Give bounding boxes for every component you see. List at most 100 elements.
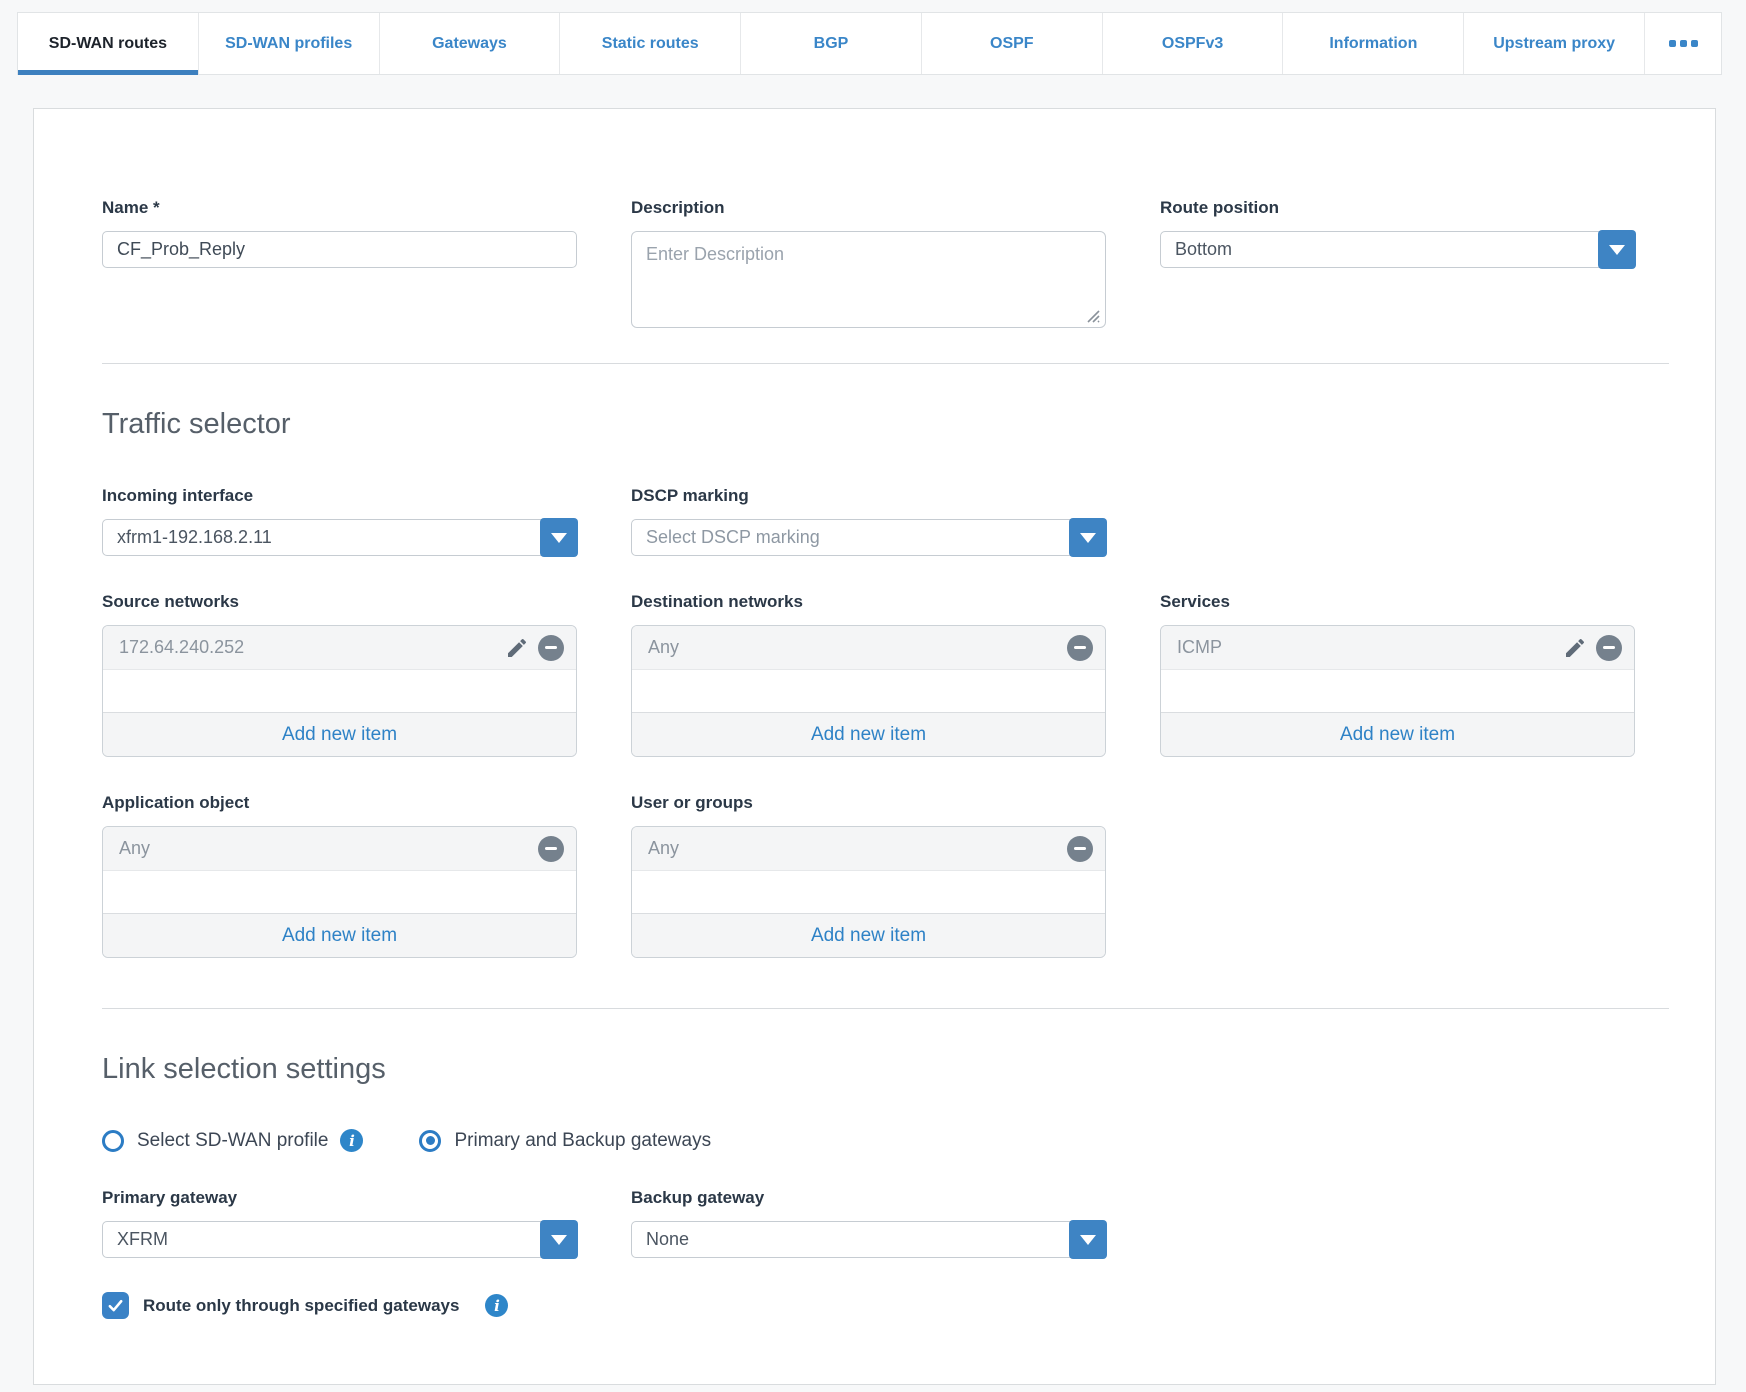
chevron-down-icon bbox=[551, 532, 567, 543]
incoming-interface-dropdown-button[interactable] bbox=[540, 518, 578, 557]
backup-gateway-dropdown-button[interactable] bbox=[1069, 1220, 1107, 1259]
source-networks-add-button[interactable]: Add new item bbox=[103, 712, 576, 756]
remove-icon[interactable] bbox=[538, 634, 564, 661]
radio-primary-backup-gateways[interactable]: Primary and Backup gateways bbox=[419, 1129, 712, 1152]
backup-gateway-label: Backup gateway bbox=[631, 1188, 765, 1207]
list-item: Any bbox=[632, 626, 1105, 670]
radio-label: Select SD-WAN profile bbox=[137, 1129, 329, 1151]
row-app-users: Application object Any Add new item User… bbox=[102, 793, 1669, 958]
more-tabs-icon bbox=[1668, 40, 1676, 47]
name-field-group: Name * bbox=[102, 198, 577, 268]
route-position-field-group: Route position Bottom bbox=[1160, 198, 1636, 269]
section-divider bbox=[102, 1008, 1669, 1009]
tab-bgp[interactable]: BGP bbox=[741, 13, 922, 74]
tab-static-routes[interactable]: Static routes bbox=[560, 13, 742, 74]
row-interface-dscp: Incoming interface xfrm1-192.168.2.11 DS… bbox=[102, 486, 1669, 557]
remove-icon[interactable] bbox=[1067, 634, 1093, 661]
more-tabs-button[interactable] bbox=[1645, 13, 1721, 74]
destination-networks-field-group: Destination networks Any Add new item bbox=[631, 592, 1106, 757]
primary-gateway-dropdown-button[interactable] bbox=[540, 1220, 578, 1259]
remove-icon[interactable] bbox=[538, 835, 564, 862]
remove-icon[interactable] bbox=[1067, 835, 1093, 862]
list-item: 172.64.240.252 bbox=[103, 626, 576, 670]
list-item-value: ICMP bbox=[1177, 637, 1222, 657]
radio-icon[interactable] bbox=[102, 1129, 124, 1152]
radio-label: Primary and Backup gateways bbox=[454, 1129, 712, 1151]
more-tabs-icon bbox=[1690, 40, 1698, 47]
edit-icon[interactable] bbox=[1563, 636, 1587, 660]
application-object-add-button[interactable]: Add new item bbox=[103, 913, 576, 957]
tab-sdwan-routes[interactable]: SD-WAN routes bbox=[18, 13, 199, 75]
destination-networks-label: Destination networks bbox=[631, 592, 803, 611]
incoming-interface-value: xfrm1-192.168.2.11 bbox=[117, 527, 272, 547]
radio-select-sdwan-profile[interactable]: Select SD-WAN profile bbox=[102, 1129, 329, 1152]
chevron-down-icon bbox=[1080, 532, 1096, 543]
remove-icon[interactable] bbox=[1596, 634, 1622, 661]
more-tabs-icon bbox=[1679, 40, 1687, 47]
item-list-empty-area bbox=[632, 670, 1105, 712]
description-label: Description bbox=[631, 198, 725, 217]
primary-gateway-select[interactable]: XFRM bbox=[102, 1220, 578, 1259]
checkmark-icon bbox=[108, 1299, 123, 1312]
incoming-interface-label: Incoming interface bbox=[102, 486, 254, 505]
user-or-groups-box: Any Add new item bbox=[631, 826, 1106, 958]
info-icon[interactable]: i bbox=[485, 1294, 509, 1317]
incoming-interface-select[interactable]: xfrm1-192.168.2.11 bbox=[102, 518, 578, 557]
services-field-group: Services ICMP Add new item bbox=[1160, 592, 1635, 757]
tab-bar: SD-WAN routes SD-WAN profiles Gateways S… bbox=[17, 12, 1722, 75]
route-only-checkbox[interactable] bbox=[102, 1292, 129, 1319]
list-item-value: Any bbox=[648, 838, 680, 858]
route-position-select[interactable]: Bottom bbox=[1160, 230, 1636, 269]
list-item: Any bbox=[103, 827, 576, 871]
user-or-groups-add-button[interactable]: Add new item bbox=[632, 913, 1105, 957]
tab-sdwan-profiles[interactable]: SD-WAN profiles bbox=[199, 13, 380, 74]
incoming-interface-field-group: Incoming interface xfrm1-192.168.2.11 bbox=[102, 486, 578, 557]
info-icon[interactable]: i bbox=[340, 1129, 364, 1152]
tab-ospf[interactable]: OSPF bbox=[922, 13, 1103, 74]
item-list-empty-area bbox=[1161, 670, 1634, 712]
tab-ospfv3[interactable]: OSPFv3 bbox=[1103, 13, 1284, 74]
item-list-empty-area bbox=[103, 871, 576, 913]
dscp-marking-select[interactable]: Select DSCP marking bbox=[631, 518, 1107, 557]
route-position-label: Route position bbox=[1160, 198, 1279, 217]
tab-upstream-proxy[interactable]: Upstream proxy bbox=[1464, 13, 1646, 74]
list-item: ICMP bbox=[1161, 626, 1634, 670]
list-item-value: Any bbox=[648, 637, 680, 657]
route-only-checkbox-row: Route only through specified gateways i bbox=[102, 1292, 1669, 1319]
radio-icon[interactable] bbox=[419, 1129, 442, 1152]
chevron-down-icon bbox=[551, 1234, 567, 1245]
backup-gateway-select[interactable]: None bbox=[631, 1220, 1107, 1259]
route-position-value: Bottom bbox=[1175, 239, 1233, 259]
list-item: Any bbox=[632, 827, 1105, 871]
link-selection-heading: Link selection settings bbox=[102, 1053, 386, 1085]
dscp-marking-dropdown-button[interactable] bbox=[1069, 518, 1107, 557]
application-object-field-group: Application object Any Add new item bbox=[102, 793, 577, 958]
application-object-box: Any Add new item bbox=[102, 826, 577, 958]
application-object-label: Application object bbox=[102, 793, 250, 812]
item-list-empty-area bbox=[632, 871, 1105, 913]
services-add-button[interactable]: Add new item bbox=[1161, 712, 1634, 756]
services-box: ICMP Add new item bbox=[1160, 625, 1635, 757]
link-selection-radio-row: Select SD-WAN profile i Primary and Back… bbox=[102, 1129, 1669, 1152]
primary-gateway-field-group: Primary gateway XFRM bbox=[102, 1188, 578, 1259]
source-networks-box: 172.64.240.252 Add new item bbox=[102, 625, 577, 757]
list-item-value: Any bbox=[119, 838, 151, 858]
name-input[interactable] bbox=[102, 231, 577, 268]
route-only-checkbox-label: Route only through specified gateways bbox=[143, 1295, 460, 1315]
route-form-card: Name * Description Route position Bott bbox=[33, 108, 1716, 1385]
tab-information[interactable]: Information bbox=[1283, 13, 1465, 74]
user-or-groups-field-group: User or groups Any Add new item bbox=[631, 793, 1106, 958]
edit-icon[interactable] bbox=[505, 636, 529, 660]
route-position-dropdown-button[interactable] bbox=[1598, 230, 1636, 269]
tab-gateways[interactable]: Gateways bbox=[380, 13, 561, 74]
services-label: Services bbox=[1160, 592, 1230, 611]
section-divider bbox=[102, 363, 1669, 364]
destination-networks-add-button[interactable]: Add new item bbox=[632, 712, 1105, 756]
description-textarea[interactable] bbox=[631, 231, 1106, 328]
dscp-marking-value: Select DSCP marking bbox=[646, 527, 820, 547]
backup-gateway-value: None bbox=[646, 1229, 690, 1249]
row-general: Name * Description Route position Bott bbox=[102, 198, 1669, 328]
primary-gateway-value: XFRM bbox=[117, 1229, 168, 1249]
source-networks-label: Source networks bbox=[102, 592, 239, 611]
description-field-group: Description bbox=[631, 198, 1106, 328]
